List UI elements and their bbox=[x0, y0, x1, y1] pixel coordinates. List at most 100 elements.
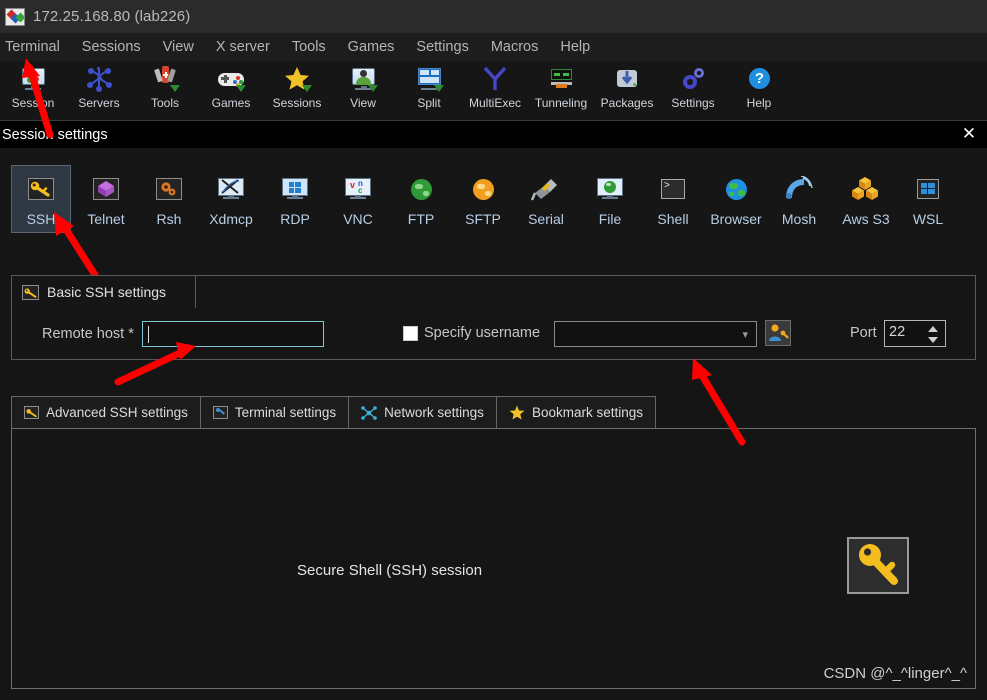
help-question-icon: ? bbox=[745, 65, 773, 93]
settings-subtabs: Advanced SSH settings Terminal settings bbox=[11, 396, 976, 428]
specify-username-label: Specify username bbox=[424, 325, 541, 341]
session-type-label-mosh: Mosh bbox=[781, 211, 817, 227]
toolbar-button-servers[interactable]: Servers bbox=[66, 61, 132, 117]
toolbar-button-tools[interactable]: Tools bbox=[132, 61, 198, 117]
subtab-network-settings[interactable]: Network settings bbox=[348, 396, 497, 428]
menu-help[interactable]: Help bbox=[549, 36, 601, 58]
key-shape bbox=[26, 409, 37, 418]
port-spinner[interactable] bbox=[928, 325, 939, 344]
session-type-browser[interactable]: Browser bbox=[706, 166, 766, 234]
window-title: 172.25.168.80 (lab226) bbox=[33, 8, 191, 25]
session-type-label-sftp: SFTP bbox=[465, 211, 501, 227]
xdmcp-x-monitor-icon bbox=[215, 176, 247, 204]
menu-settings[interactable]: Settings bbox=[405, 36, 479, 58]
session-type-label-rsh: Rsh bbox=[156, 211, 182, 227]
username-combobox[interactable]: ▾ bbox=[554, 321, 757, 347]
settings-gears-icon bbox=[679, 65, 707, 93]
specify-username-checkbox[interactable] bbox=[403, 326, 418, 341]
menu-view[interactable]: View bbox=[152, 36, 205, 58]
menu-games[interactable]: Games bbox=[337, 36, 406, 58]
star-shape bbox=[509, 405, 525, 420]
ssh-key-icon bbox=[22, 284, 39, 300]
down-arrow-shape bbox=[621, 71, 633, 85]
session-type-wsl[interactable]: WSL bbox=[898, 166, 958, 234]
session-type-label-wsl: WSL bbox=[912, 211, 944, 227]
session-type-aws-s3[interactable]: Aws S3 bbox=[831, 166, 901, 234]
toolbar-label-tunneling: Tunneling bbox=[534, 96, 588, 110]
port-input[interactable]: 22 bbox=[884, 320, 946, 347]
gear-shape bbox=[683, 68, 704, 89]
subtab-advanced-ssh-settings[interactable]: Advanced SSH settings bbox=[11, 396, 201, 428]
games-gamepad-icon bbox=[217, 65, 246, 93]
session-type-ssh[interactable]: SSH bbox=[11, 165, 71, 233]
fork-shape bbox=[483, 66, 507, 90]
toolbar-button-help[interactable]: ? Help bbox=[726, 61, 792, 117]
session-type-rdp[interactable]: RDP bbox=[265, 166, 325, 234]
user-key-icon[interactable] bbox=[765, 320, 791, 346]
toolbar-label-view: View bbox=[350, 96, 376, 110]
mobaxterm-logo-icon bbox=[5, 7, 25, 26]
toolbar-label-session: Session bbox=[11, 96, 55, 110]
subtab-terminal-settings[interactable]: Terminal settings bbox=[199, 396, 350, 428]
toolbar-label-sessions: Sessions bbox=[272, 96, 322, 110]
basic-ssh-settings-tab[interactable]: Basic SSH settings bbox=[11, 275, 196, 308]
terminal-icon bbox=[212, 406, 228, 419]
toolbar-button-session[interactable]: Session bbox=[0, 61, 66, 117]
shell-console-icon: > bbox=[657, 176, 689, 204]
session-type-rsh[interactable]: Rsh bbox=[139, 166, 199, 234]
user-key-shape bbox=[769, 324, 789, 341]
plug-shape bbox=[530, 179, 557, 201]
toolbar-button-multiexec[interactable]: MultiExec bbox=[462, 61, 528, 117]
session-type-file[interactable]: File bbox=[580, 166, 640, 234]
chevron-down-icon: ▾ bbox=[742, 329, 748, 341]
sessions-star-icon bbox=[283, 65, 312, 93]
sftp-orange-globe-icon bbox=[467, 176, 499, 204]
toolbar-label-split: Split bbox=[417, 96, 441, 110]
star-icon bbox=[509, 405, 525, 420]
menu-sessions[interactable]: Sessions bbox=[71, 36, 152, 58]
remote-host-input[interactable] bbox=[142, 321, 324, 347]
session-type-mosh[interactable]: Mosh bbox=[769, 166, 829, 234]
session-type-label-serial: Serial bbox=[528, 211, 564, 227]
close-icon[interactable]: ✕ bbox=[959, 124, 979, 144]
toolbar-button-view[interactable]: View bbox=[330, 61, 396, 117]
subtab-bookmark-settings[interactable]: Bookmark settings bbox=[495, 396, 656, 428]
toolbar-label-tools: Tools bbox=[150, 96, 179, 110]
text-caret bbox=[148, 326, 149, 343]
menu-tools[interactable]: Tools bbox=[281, 36, 337, 58]
telnet-cube-icon bbox=[90, 176, 122, 204]
toolbar-button-split[interactable]: Split bbox=[396, 61, 462, 117]
spinner-down-icon bbox=[928, 337, 938, 343]
split-panes-icon bbox=[415, 65, 444, 93]
session-type-telnet[interactable]: Telnet bbox=[76, 166, 136, 234]
rdp-windows-icon bbox=[279, 176, 311, 204]
session-type-sftp[interactable]: SFTP bbox=[453, 166, 513, 234]
toolbar-button-settings[interactable]: Settings bbox=[660, 61, 726, 117]
toolbar-button-packages[interactable]: Packages bbox=[594, 61, 660, 117]
watermark-text: CSDN @^_^linger^_^ bbox=[823, 665, 967, 682]
serial-plug-icon bbox=[530, 176, 562, 204]
basic-ssh-settings-tab-label: Basic SSH settings bbox=[47, 284, 167, 300]
session-type-shell[interactable]: > Shell bbox=[643, 166, 703, 234]
session-type-xdmcp[interactable]: Xdmcp bbox=[201, 166, 261, 234]
toolbar-button-games[interactable]: Games bbox=[198, 61, 264, 117]
toolbar-button-sessions[interactable]: Sessions bbox=[264, 61, 330, 117]
session-description-panel: Secure Shell (SSH) session CSDN @^_^ling… bbox=[11, 428, 976, 689]
wsl-windows-icon bbox=[912, 176, 944, 204]
key-shape bbox=[24, 287, 37, 298]
menu-terminal[interactable]: Terminal bbox=[0, 36, 71, 58]
ssh-key-icon bbox=[25, 176, 57, 204]
session-type-ftp[interactable]: FTP bbox=[391, 166, 451, 234]
servers-network-icon bbox=[85, 65, 113, 93]
session-type-serial[interactable]: Serial bbox=[516, 166, 576, 234]
session-type-label-shell: Shell bbox=[657, 211, 689, 227]
menu-macros[interactable]: Macros bbox=[480, 36, 550, 58]
toolbar-button-tunneling[interactable]: Tunneling bbox=[528, 61, 594, 117]
session-type-label-ssh: SSH bbox=[26, 211, 56, 227]
menu-x-server[interactable]: X server bbox=[205, 36, 281, 58]
session-type-vnc[interactable]: v n c VNC bbox=[328, 166, 388, 234]
key-shape bbox=[859, 544, 898, 585]
session-type-label-vnc: VNC bbox=[343, 211, 373, 227]
toolbar-label-games: Games bbox=[211, 96, 251, 110]
tools-swiss-knife-icon bbox=[151, 65, 180, 93]
